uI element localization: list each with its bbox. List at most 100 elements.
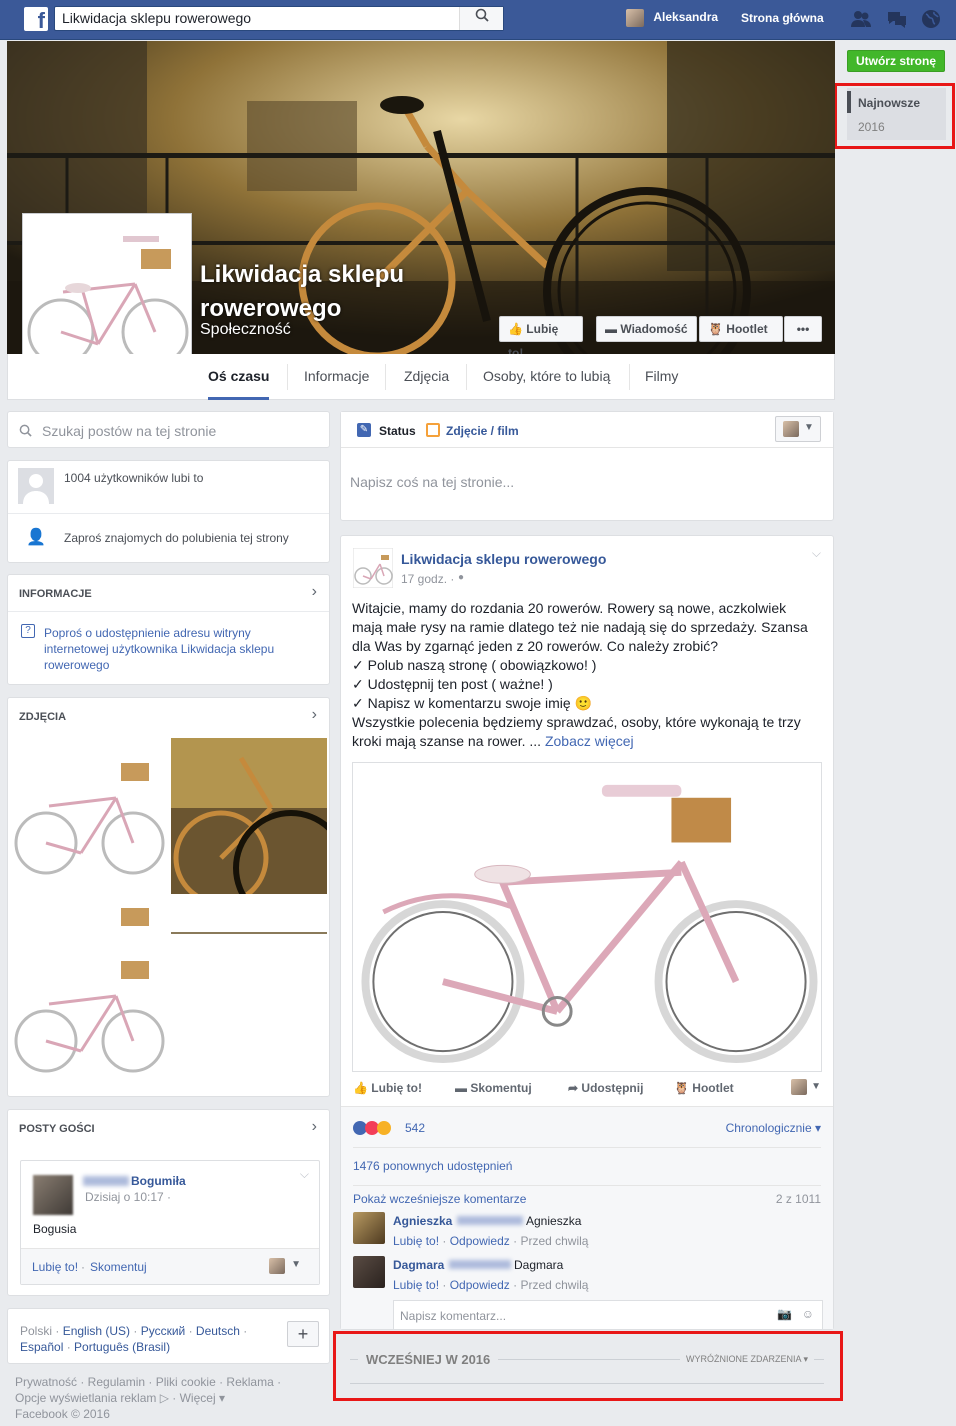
friend-requests-icon[interactable] <box>850 8 872 30</box>
post-line: Wszystkie polecenia będziemy sprawdzać, … <box>352 714 801 730</box>
status-tab[interactable]: Status <box>379 424 416 438</box>
invite-friends-icon: 👤 <box>26 529 46 546</box>
post-share-action[interactable]: ➦ Udostępnij <box>568 1081 643 1095</box>
comment-like-link[interactable]: Lubię to! <box>393 1278 439 1292</box>
comment-time[interactable]: Przed chwilą <box>520 1234 588 1248</box>
comment-text: Dagmara <box>514 1258 564 1272</box>
lang-polski[interactable]: Polski <box>20 1324 52 1338</box>
page-name[interactable]: Likwidacja sklepu rowerowego <box>200 258 404 326</box>
photo-thumb-strip[interactable] <box>11 898 167 934</box>
post-time[interactable]: 17 godz. · <box>401 572 454 586</box>
question-icon: ? <box>21 624 35 638</box>
guest-like-link[interactable]: Lubię to! <box>32 1260 78 1274</box>
comment-icon: ▬ <box>455 1081 467 1095</box>
lang-english[interactable]: English (US) <box>63 1324 130 1338</box>
dropdown-caret-icon[interactable]: ▼ <box>291 1259 301 1270</box>
post-share-label: Udostępnij <box>581 1081 644 1095</box>
tab-videos[interactable]: Filmy <box>645 368 678 384</box>
emoji-icon[interactable]: ☺ <box>802 1307 814 1321</box>
messages-icon[interactable] <box>886 8 908 30</box>
post-author-name[interactable]: Likwidacja sklepu rowerowego <box>401 551 606 567</box>
composer-input[interactable]: Napisz coś na tej stronie... <box>350 474 514 490</box>
post-comment-action[interactable]: ▬ Skomentuj <box>455 1081 532 1095</box>
footer-line-2[interactable]: Opcje wyświetlania reklam ▷ · Więcej ▾ <box>15 1390 281 1406</box>
post-search-box[interactable]: Szukaj postów na tej stronie <box>7 411 330 448</box>
tab-info[interactable]: Informacje <box>304 368 369 384</box>
post-hootlet-action[interactable]: 🦉 Hootlet <box>674 1081 734 1095</box>
likes-count[interactable]: 1004 użytkowników lubi to <box>64 471 203 485</box>
comment-input[interactable]: Napisz komentarz... <box>400 1309 506 1323</box>
post-image-pink-bicycle[interactable] <box>352 762 822 1072</box>
tab-photos[interactable]: Zdjęcia <box>404 368 449 384</box>
home-link[interactable]: Strona główna <box>741 11 824 25</box>
notifications-globe-icon[interactable] <box>920 8 942 30</box>
reaction-icons[interactable] <box>353 1121 391 1138</box>
guest-time[interactable]: Dzisiaj o 10:17 · <box>85 1190 171 1204</box>
previous-comments-link[interactable]: Pokaż wcześniejsze komentarze <box>353 1192 526 1206</box>
post-line: kroki mają szanse na rower. ... <box>352 733 542 749</box>
page-like-button[interactable]: 👍 Lubię to! <box>499 316 583 360</box>
search-button[interactable] <box>459 7 503 30</box>
post-author-avatar[interactable] <box>353 548 393 588</box>
tab-likes[interactable]: Osoby, które to lubią <box>483 368 610 384</box>
comment-sort[interactable]: Chronologicznie ▾ <box>726 1121 821 1135</box>
photos-heading[interactable]: ZDJĘCIA <box>19 711 66 723</box>
search-icon <box>475 8 489 22</box>
profile-link[interactable]: Aleksandra <box>626 9 718 27</box>
comment-reply-link[interactable]: Odpowiedz <box>450 1234 510 1248</box>
dropdown-caret-icon[interactable]: ▼ <box>811 1081 821 1092</box>
message-button[interactable]: ▬ Wiadomość <box>596 316 697 342</box>
guest-name[interactable]: Bogumiła <box>131 1174 186 1188</box>
photo-thumb-cover-bike[interactable] <box>171 738 327 894</box>
comment-avatar[interactable] <box>353 1256 385 1288</box>
chevron-down-icon[interactable]: ⌵ <box>300 1167 309 1182</box>
status-icon: ✎ <box>357 423 371 437</box>
actor-avatar[interactable] <box>269 1258 285 1274</box>
invite-friends-link[interactable]: Zaproś znajomych do polubienia tej stron… <box>64 531 289 545</box>
reaction-count[interactable]: 542 <box>405 1121 425 1135</box>
tab-timeline[interactable]: Oś czasu <box>208 368 270 400</box>
page-category[interactable]: Społeczność <box>200 321 291 339</box>
chevron-right-icon[interactable]: › <box>312 706 317 724</box>
photo-thumb-pink-bike[interactable] <box>11 738 167 894</box>
chevron-right-icon[interactable]: › <box>312 583 317 601</box>
chevron-down-icon[interactable]: ⌵ <box>812 546 821 561</box>
lang-german[interactable]: Deutsch <box>196 1324 240 1338</box>
comment-meta: Lubię to! · Odpowiedz · Przed chwilą <box>393 1278 589 1292</box>
lang-portuguese[interactable]: Português (Brasil) <box>74 1340 170 1354</box>
shares-count[interactable]: 1476 ponownych udostępnień <box>353 1159 512 1173</box>
comment-author[interactable]: Agnieszka <box>393 1214 452 1228</box>
wow-reaction-icon <box>377 1121 391 1135</box>
guest-posts-heading[interactable]: POSTY GOŚCI <box>19 1123 95 1135</box>
add-language-button[interactable]: + <box>287 1321 319 1347</box>
post-like-action[interactable]: 👍 Lubię to! <box>353 1081 422 1095</box>
comment-input-box[interactable]: Napisz komentarz... 📷 ☺ <box>393 1300 823 1330</box>
photo-thumb-pink-bike-2[interactable] <box>11 936 167 1092</box>
create-page-button[interactable]: Utwórz stronę <box>847 50 945 72</box>
search-input[interactable] <box>55 7 455 29</box>
info-heading[interactable]: INFORMACJE <box>19 588 92 600</box>
comment-avatar[interactable] <box>353 1212 385 1244</box>
post-body: Witajcie, mamy do rozdania 20 rowerów. R… <box>352 599 827 751</box>
request-website-link[interactable]: Poproś o udostępnienie adresu witryny in… <box>44 625 299 673</box>
camera-icon[interactable]: 📷 <box>777 1307 792 1321</box>
footer-copyright: Facebook © 2016 <box>15 1407 110 1421</box>
facebook-logo-icon[interactable]: f <box>24 7 48 31</box>
see-more-link[interactable]: Zobacz więcej <box>545 733 634 749</box>
photo-video-tab[interactable]: Zdjęcie / film <box>446 424 519 438</box>
hootlet-button[interactable]: 🦉 Hootlet <box>699 316 783 342</box>
footer-line-1[interactable]: Prywatność · Regulamin · Pliki cookie · … <box>15 1374 281 1390</box>
actor-avatar[interactable] <box>791 1079 807 1095</box>
owl-icon: 🦉 <box>708 322 723 336</box>
lang-russian[interactable]: Русский <box>141 1324 186 1338</box>
guest-comment-link[interactable]: Skomentuj <box>90 1260 147 1274</box>
comment-like-link[interactable]: Lubię to! <box>393 1234 439 1248</box>
post-as-selector[interactable]: ▼ <box>775 416 821 442</box>
comment-author[interactable]: Dagmara <box>393 1258 444 1272</box>
chevron-right-icon[interactable]: › <box>312 1118 317 1136</box>
lang-spanish[interactable]: Español <box>20 1340 63 1354</box>
comment-reply-link[interactable]: Odpowiedz <box>450 1278 510 1292</box>
guest-avatar[interactable] <box>33 1175 73 1215</box>
comment-time[interactable]: Przed chwilą <box>520 1278 588 1292</box>
more-button[interactable]: ••• <box>784 316 822 342</box>
